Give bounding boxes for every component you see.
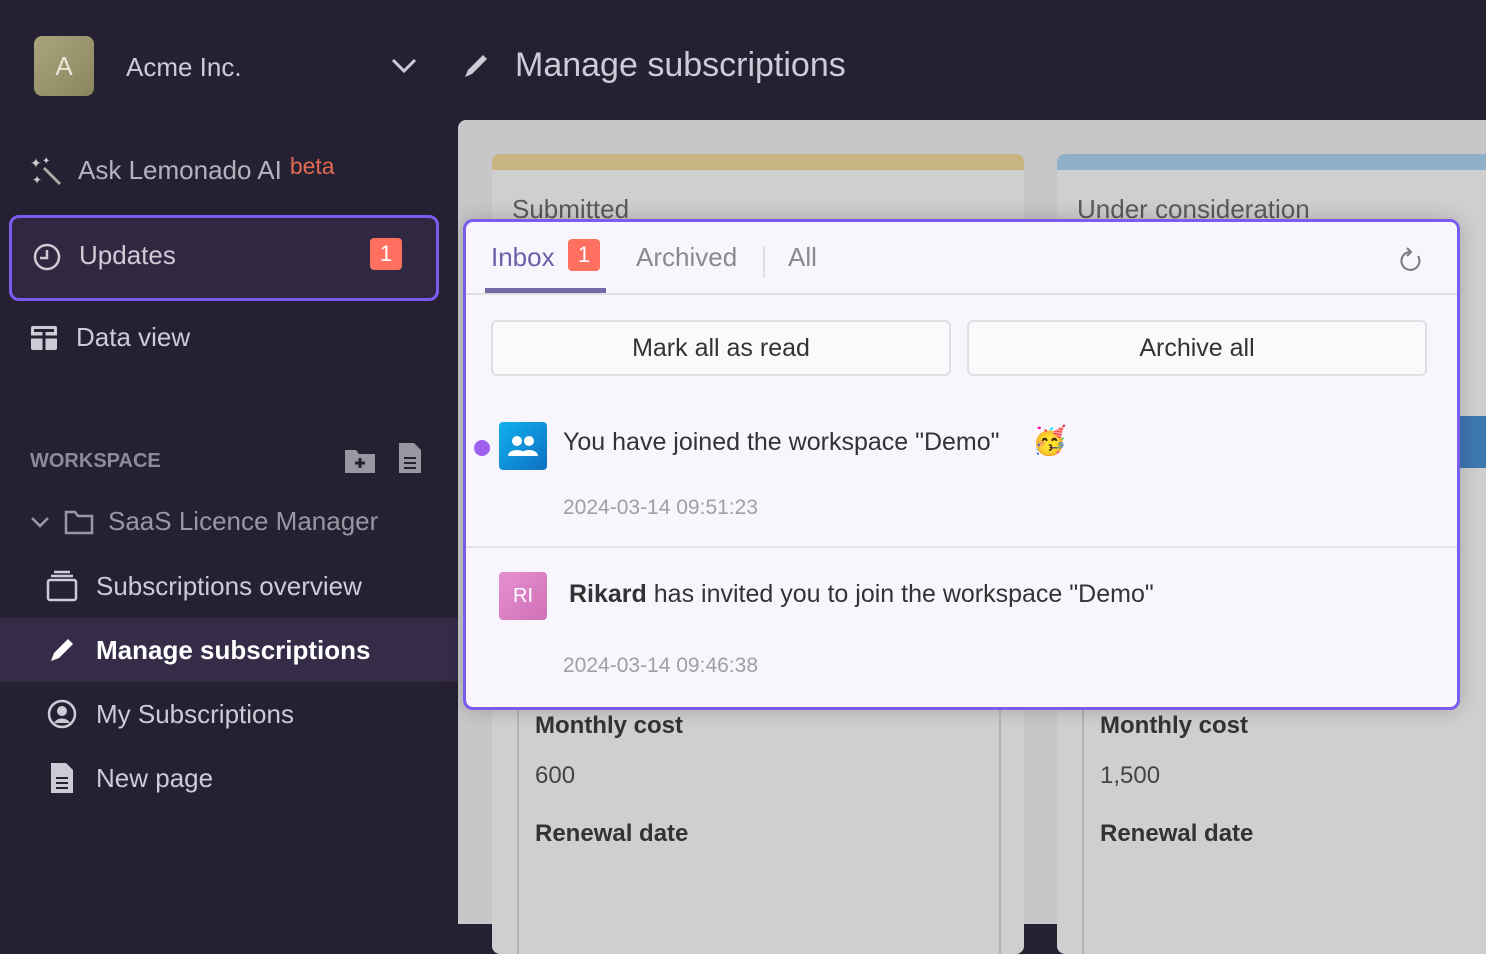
svg-text:✦: ✦ bbox=[42, 156, 50, 167]
field-value: 600 bbox=[535, 762, 576, 789]
document-icon bbox=[51, 763, 73, 793]
inbox-count-badge: 1 bbox=[568, 239, 600, 271]
nav-label: Manage subscriptions bbox=[96, 634, 371, 665]
sidebar-item-updates[interactable]: Updates 1 bbox=[9, 215, 439, 301]
archive-all-button[interactable]: Archive all bbox=[967, 320, 1427, 376]
nav-label: Subscriptions overview bbox=[96, 570, 362, 601]
stack-icon bbox=[46, 570, 78, 602]
clock-icon bbox=[33, 243, 61, 271]
actor-avatar: RI bbox=[499, 572, 547, 620]
workspace-heading: WORKSPACE bbox=[30, 450, 161, 472]
pencil-icon bbox=[465, 55, 487, 77]
table-icon bbox=[31, 325, 57, 351]
unread-dot bbox=[474, 440, 490, 456]
beta-tag: beta bbox=[289, 152, 335, 179]
field-value: 1,500 bbox=[1100, 762, 1161, 789]
ask-ai-label: Ask Lemonado AI bbox=[78, 154, 282, 185]
nav-label: My Subscriptions bbox=[96, 698, 294, 729]
notification-text: You have joined the workspace "Demo" bbox=[563, 428, 1000, 456]
column-color-strip bbox=[492, 154, 1024, 170]
notification-time: 2024-03-14 09:46:38 bbox=[563, 654, 758, 677]
notification-item[interactable]: RI Rikard has invited you to join the wo… bbox=[466, 548, 1457, 698]
field-label: Renewal date bbox=[535, 820, 689, 847]
svg-text:✦: ✦ bbox=[30, 155, 42, 171]
tab-divider bbox=[763, 246, 765, 278]
notification-message: has invited you to join the workspace "D… bbox=[653, 580, 1154, 608]
sidebar-item-new-page[interactable]: New page bbox=[0, 746, 458, 810]
subscription-card[interactable]: Monthly cost 600 Renewal date bbox=[517, 694, 1001, 954]
subscription-card[interactable]: Monthly cost 1,500 Renewal date bbox=[1082, 694, 1486, 954]
updates-count-badge: 1 bbox=[370, 238, 402, 270]
ask-ai-item[interactable]: ✦ ✦ ✦ Ask Lemonado AI beta bbox=[30, 152, 335, 187]
notification-item[interactable]: You have joined the workspace "Demo" 🥳 2… bbox=[466, 392, 1457, 546]
sidebar-item-my-subscriptions[interactable]: My Subscriptions bbox=[0, 682, 458, 746]
add-page-icon[interactable] bbox=[398, 442, 422, 474]
notification-text: Rikard has invited you to join the works… bbox=[569, 580, 1154, 609]
notifications-popup: Inbox 1 Archived All Mark all as read Ar… bbox=[463, 219, 1460, 710]
chevron-down-icon[interactable] bbox=[30, 515, 50, 529]
folder-saas-licence-manager[interactable]: SaaS Licence Manager bbox=[30, 506, 378, 537]
updates-label: Updates bbox=[79, 240, 176, 270]
folder-icon bbox=[64, 510, 94, 534]
folder-label: SaaS Licence Manager bbox=[108, 506, 379, 536]
tab-all[interactable]: All bbox=[788, 242, 817, 273]
tab-inbox[interactable]: Inbox bbox=[491, 242, 555, 273]
nav-label: New page bbox=[96, 762, 214, 793]
column-color-strip bbox=[1057, 154, 1486, 170]
card-button-partial bbox=[1460, 416, 1486, 468]
add-folder-icon[interactable] bbox=[344, 446, 376, 474]
org-avatar[interactable]: A bbox=[34, 36, 94, 96]
page-title: Manage subscriptions bbox=[515, 46, 846, 84]
mark-all-read-button[interactable]: Mark all as read bbox=[491, 320, 951, 376]
party-emoji-icon: 🥳 bbox=[1032, 425, 1067, 456]
chevron-down-icon[interactable] bbox=[390, 56, 418, 76]
field-label: Renewal date bbox=[1100, 820, 1254, 847]
field-label: Monthly cost bbox=[535, 712, 683, 739]
tabs-divider bbox=[466, 293, 1457, 295]
users-icon bbox=[499, 422, 547, 470]
pencil-icon bbox=[51, 639, 73, 661]
actor-name: Rikard bbox=[569, 580, 647, 608]
notification-time: 2024-03-14 09:51:23 bbox=[563, 496, 758, 519]
tab-archived[interactable]: Archived bbox=[636, 242, 737, 273]
field-label: Monthly cost bbox=[1100, 712, 1248, 739]
magic-wand-icon: ✦ ✦✦ bbox=[30, 155, 62, 186]
sidebar-item-subscriptions-overview[interactable]: Subscriptions overview bbox=[0, 554, 458, 618]
org-name[interactable]: Acme Inc. bbox=[126, 52, 242, 83]
refresh-icon[interactable] bbox=[1398, 247, 1424, 277]
data-view-label: Data view bbox=[76, 322, 191, 352]
user-circle-icon bbox=[47, 699, 77, 729]
sidebar-item-data-view[interactable]: Data view bbox=[30, 322, 190, 353]
sidebar-item-manage-subscriptions[interactable]: Manage subscriptions bbox=[0, 618, 458, 682]
svg-text:✦: ✦ bbox=[32, 173, 42, 186]
